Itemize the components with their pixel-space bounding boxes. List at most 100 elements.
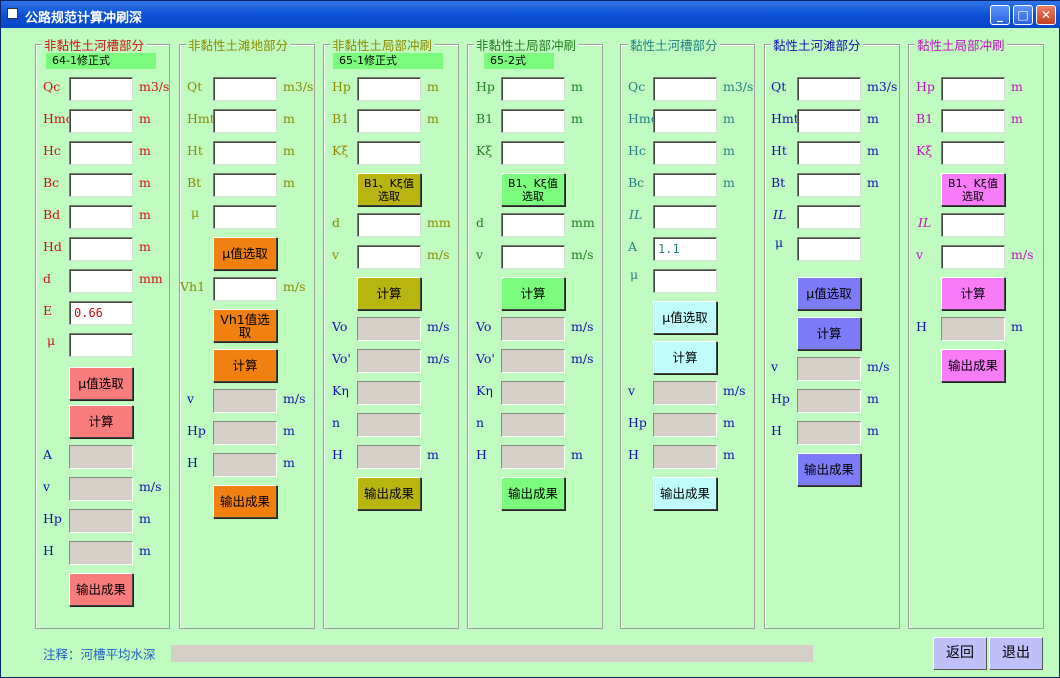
p5-unit: m xyxy=(723,143,735,158)
p5-qc-input[interactable] xyxy=(653,77,717,101)
p3-b1-kxi-select-button[interactable]: B1、Kξ值选取 xyxy=(357,173,421,206)
p5-output-button[interactable]: 输出成果 xyxy=(653,477,717,510)
p3-kxi-input[interactable] xyxy=(357,141,421,165)
p3-calc-button[interactable]: 计算 xyxy=(357,277,421,310)
p6-calc-button[interactable]: 计算 xyxy=(797,317,861,350)
p1-hc-input[interactable] xyxy=(69,141,133,165)
p4-calc-button[interactable]: 计算 xyxy=(501,277,565,310)
p4-n-output xyxy=(501,413,565,437)
p1-bd-input[interactable] xyxy=(69,205,133,229)
p4-unit: m/s xyxy=(571,247,594,262)
p7-hp-input[interactable] xyxy=(941,77,1005,101)
p2-vh1-select-button[interactable]: Vh1值选取 xyxy=(213,309,277,342)
p6-qt-input[interactable] xyxy=(797,77,861,101)
p5-unit: m/s xyxy=(723,383,746,398)
p3-hp-input[interactable] xyxy=(357,77,421,101)
p1-e-input[interactable] xyxy=(69,301,133,325)
p4-label: B1 xyxy=(476,111,494,126)
p3-b1-input[interactable] xyxy=(357,109,421,133)
exit-button[interactable]: 退出 xyxy=(989,637,1043,670)
p6-output-button[interactable]: 输出成果 xyxy=(797,453,861,486)
p4-output-button[interactable]: 输出成果 xyxy=(501,477,565,510)
p2-ht-input[interactable] xyxy=(213,141,277,165)
p7-il-input[interactable] xyxy=(941,213,1005,237)
p7-b1-input[interactable] xyxy=(941,109,1005,133)
p5-label: A xyxy=(628,239,638,254)
p1-d-input[interactable] xyxy=(69,269,133,293)
p2-hmt-input[interactable] xyxy=(213,109,277,133)
p2-vh1-input[interactable] xyxy=(213,277,277,301)
panel-6-title: 黏性土河滩部分 xyxy=(771,35,863,54)
p3-label: v xyxy=(332,247,340,262)
p1-bc-input[interactable] xyxy=(69,173,133,197)
p4-b1-kxi-select-button[interactable]: B1、Kξ值选取 xyxy=(501,173,565,206)
p6-bt-input[interactable] xyxy=(797,173,861,197)
p7-output-button[interactable]: 输出成果 xyxy=(941,349,1005,382)
p5-label: Bc xyxy=(628,175,645,190)
p3-label: d xyxy=(332,215,341,230)
back-button[interactable]: 返回 xyxy=(933,637,987,670)
p1-label: Hp xyxy=(43,511,62,526)
p4-label: d xyxy=(476,215,485,230)
p1-calc-button[interactable]: 计算 xyxy=(69,405,133,438)
p1-output-button[interactable]: 输出成果 xyxy=(69,573,133,606)
maximize-button[interactable]: □ xyxy=(1013,5,1033,25)
p2-unit: m/s xyxy=(283,391,306,406)
p2-output-button[interactable]: 输出成果 xyxy=(213,485,277,518)
panel-7-title: 黏性土局部冲刷 xyxy=(915,35,1007,54)
p3-d-input[interactable] xyxy=(357,213,421,237)
p1-qc-input[interactable] xyxy=(69,77,133,101)
p7-kxi-input[interactable] xyxy=(941,141,1005,165)
p6-il-input[interactable] xyxy=(797,205,861,229)
p5-h-output xyxy=(653,445,717,469)
p2-mu-input[interactable] xyxy=(213,205,277,229)
p5-hmc-input[interactable] xyxy=(653,109,717,133)
p7-calc-button[interactable]: 计算 xyxy=(941,277,1005,310)
p4-unit: m/s xyxy=(571,319,594,334)
p6-mu-select-button[interactable]: μ值选取 xyxy=(797,277,861,310)
p1-hmc-input[interactable] xyxy=(69,109,133,133)
p2-qt-input[interactable] xyxy=(213,77,277,101)
panel-4-formula-tag: 65-2式 xyxy=(484,53,554,69)
p5-mu-select-button[interactable]: μ值选取 xyxy=(653,301,717,334)
p1-label: Hc xyxy=(43,143,61,158)
p2-vh1-unit: m/s xyxy=(283,279,306,294)
p7-b1-kxi-select-button[interactable]: B1、Kξ值选取 xyxy=(941,173,1005,206)
p7-h-output xyxy=(941,317,1005,341)
p2-label: Hmt xyxy=(187,111,215,126)
p4-v-input[interactable] xyxy=(501,245,565,269)
p5-il-input[interactable] xyxy=(653,205,717,229)
close-button[interactable]: ✕ xyxy=(1036,5,1056,25)
p3-output-button[interactable]: 输出成果 xyxy=(357,477,421,510)
p5-a-input[interactable] xyxy=(653,237,717,261)
p6-ht-input[interactable] xyxy=(797,141,861,165)
p5-bc-input[interactable] xyxy=(653,173,717,197)
p6-mu-input[interactable] xyxy=(797,237,861,261)
p5-mu-input[interactable] xyxy=(653,269,717,293)
p6-unit: m xyxy=(867,111,879,126)
p6-hmt-input[interactable] xyxy=(797,109,861,133)
p1-mu-select-button[interactable]: μ值选取 xyxy=(69,367,133,400)
p4-label: v xyxy=(476,247,484,262)
p4-kxi-input[interactable] xyxy=(501,141,565,165)
p1-hd-input[interactable] xyxy=(69,237,133,261)
p3-unit: mm xyxy=(427,215,451,230)
p5-calc-button[interactable]: 计算 xyxy=(653,341,717,374)
p4-keta-output xyxy=(501,381,565,405)
p3-vo2-output xyxy=(357,349,421,373)
p4-unit: m xyxy=(571,447,583,462)
p5-hc-input[interactable] xyxy=(653,141,717,165)
p2-bt-input[interactable] xyxy=(213,173,277,197)
p2-mu-select-button[interactable]: μ值选取 xyxy=(213,237,277,270)
p7-v-input[interactable] xyxy=(941,245,1005,269)
p4-hp-input[interactable] xyxy=(501,77,565,101)
p4-d-input[interactable] xyxy=(501,213,565,237)
p4-b1-input[interactable] xyxy=(501,109,565,133)
p3-v-input[interactable] xyxy=(357,245,421,269)
app-window: 公路规范计算冲刷深 _ □ ✕ 非黏性土河槽部分 非黏性土滩地部分 非黏性土局部… xyxy=(0,0,1060,678)
p2-calc-button[interactable]: 计算 xyxy=(213,349,277,382)
p2-hp-output xyxy=(213,421,277,445)
p3-label: Vo' xyxy=(332,351,351,366)
minimize-button[interactable]: _ xyxy=(990,5,1010,25)
p1-mu-input[interactable] xyxy=(69,333,133,357)
